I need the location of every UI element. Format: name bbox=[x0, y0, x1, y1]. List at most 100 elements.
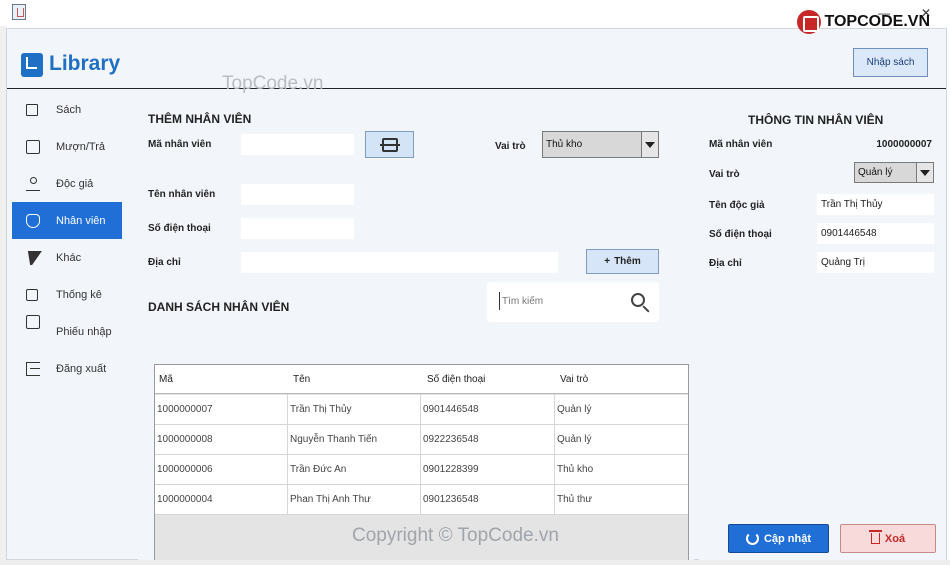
add-button-label: Thêm bbox=[614, 256, 641, 267]
bolt-icon bbox=[24, 250, 42, 265]
refresh-icon bbox=[745, 532, 759, 545]
sidebar-item-borrow-return[interactable]: Mượn/Trả bbox=[12, 128, 122, 165]
column-divider bbox=[554, 394, 555, 515]
employee-info-panel: THÔNG TIN NHÂN VIÊN Mã nhân viên 1000000… bbox=[699, 99, 946, 561]
role-select-value: Thủ kho bbox=[546, 139, 583, 150]
grid-icon bbox=[26, 103, 38, 116]
search-input[interactable] bbox=[499, 292, 619, 310]
watermark-bottom: Copyright © TopCode.vn bbox=[352, 525, 559, 546]
cell-name: Trần Đức An bbox=[290, 464, 347, 475]
employee-list-title: DANH SÁCH NHÂN VIÊN bbox=[148, 300, 290, 314]
phone-input[interactable] bbox=[241, 218, 354, 239]
update-button[interactable]: Cập nhật bbox=[728, 524, 829, 553]
watermark-top: TopCode.vn bbox=[222, 73, 324, 94]
sidebar-item-stats[interactable]: Thống kê bbox=[12, 276, 122, 313]
table-row[interactable]: 1000000008 Nguyễn Thanh Tiến 0922236548 … bbox=[155, 425, 688, 455]
delete-button-label: Xoá bbox=[884, 532, 906, 545]
add-employee-title: THÊM NHÂN VIÊN bbox=[148, 112, 252, 126]
sidebar-item-logout[interactable]: Đăng xuất bbox=[12, 350, 122, 387]
phone-label: Số điện thoại bbox=[148, 223, 211, 234]
info-id-value: 1000000007 bbox=[876, 139, 932, 150]
add-employee-button[interactable]: + Thêm bbox=[586, 249, 659, 274]
address-input[interactable] bbox=[241, 252, 558, 273]
header: Library TopCode.vn Nhập sách bbox=[7, 29, 946, 94]
table-row[interactable]: 1000000007 Trần Thị Thủy 0901446548 Quản… bbox=[155, 395, 688, 425]
sidebar-item-label: Khác bbox=[56, 251, 82, 264]
java-app-icon bbox=[12, 4, 26, 20]
brand-logo-text: TOPCODE.VN bbox=[824, 13, 931, 30]
sidebar-item-books[interactable]: Sách bbox=[12, 91, 122, 128]
sidebar-item-label: Sách bbox=[56, 103, 82, 116]
book-logo-icon bbox=[21, 53, 43, 77]
cell-phone: 0901228399 bbox=[423, 464, 479, 475]
sidebar-item-label: Nhân viên bbox=[56, 214, 106, 227]
search-icon[interactable] bbox=[631, 293, 645, 307]
employee-id-label: Mã nhân viên bbox=[148, 139, 212, 150]
update-button-label: Cập nhật bbox=[763, 532, 812, 545]
chevron-down-icon[interactable] bbox=[641, 132, 658, 157]
trash-icon bbox=[868, 530, 882, 544]
sidebar-item-readers[interactable]: Độc giả bbox=[12, 165, 122, 202]
delete-button[interactable]: Xoá bbox=[840, 524, 936, 553]
info-address-label: Địa chỉ bbox=[709, 258, 742, 269]
plus-icon: + bbox=[604, 256, 611, 267]
import-books-button[interactable]: Nhập sách bbox=[853, 48, 928, 77]
sidebar: Sách Mượn/Trả Độc giả Nhân viên Khác Thố… bbox=[7, 91, 129, 559]
bottom-strip bbox=[0, 560, 950, 565]
employee-name-input[interactable] bbox=[241, 184, 354, 205]
info-phone-field[interactable]: 0901446548 bbox=[817, 223, 934, 244]
column-header-id[interactable]: Mã bbox=[159, 374, 173, 385]
ticket-icon bbox=[26, 315, 40, 329]
topcode-logo-icon bbox=[796, 10, 821, 34]
cell-name: Trần Thị Thủy bbox=[290, 404, 352, 415]
sidebar-item-import-receipts[interactable]: Phiếu nhập bbox=[12, 313, 122, 350]
cell-name: Phan Thị Anh Thư bbox=[290, 494, 371, 505]
employee-badge-icon bbox=[26, 213, 40, 228]
cell-phone: 0922236548 bbox=[423, 434, 479, 445]
table-row[interactable]: 1000000006 Trần Đức An 0901228399 Thủ kh… bbox=[155, 455, 688, 485]
column-header-phone[interactable]: Số điện thoại bbox=[427, 374, 485, 385]
employee-form-panel: THÊM NHÂN VIÊN Mã nhân viên Vai trò Thủ … bbox=[138, 99, 694, 565]
info-role-value: Quản lý bbox=[858, 167, 893, 178]
column-divider bbox=[287, 394, 288, 515]
info-phone-label: Số điện thoại bbox=[709, 229, 772, 240]
sidebar-item-label: Phiếu nhập bbox=[56, 325, 112, 338]
employee-id-input[interactable] bbox=[241, 134, 354, 155]
role-select[interactable]: Thủ kho bbox=[542, 131, 659, 158]
employee-info-title: THÔNG TIN NHÂN VIÊN bbox=[748, 113, 884, 127]
cell-id: 1000000004 bbox=[157, 494, 213, 505]
info-name-label: Tên độc giả bbox=[709, 200, 765, 211]
chevron-down-icon[interactable] bbox=[916, 163, 933, 182]
sidebar-item-label: Đăng xuất bbox=[56, 362, 107, 375]
stats-grid-icon bbox=[26, 288, 38, 301]
scan-icon bbox=[379, 137, 400, 152]
employee-name-label: Tên nhân viên bbox=[148, 189, 216, 200]
cell-id: 1000000008 bbox=[157, 434, 213, 445]
column-header-role[interactable]: Vai trò bbox=[560, 374, 588, 385]
info-name-field[interactable]: Trần Thị Thủy bbox=[817, 194, 934, 215]
sidebar-item-label: Thống kê bbox=[56, 288, 102, 301]
sidebar-item-label: Độc giả bbox=[56, 177, 94, 190]
sidebar-item-other[interactable]: Khác bbox=[12, 239, 122, 276]
cell-role: Quản lý bbox=[557, 434, 592, 445]
main-frame: Library TopCode.vn Nhập sách Sách Mượn/T… bbox=[6, 28, 947, 565]
search-box bbox=[487, 282, 659, 322]
table-row[interactable]: 1000000004 Phan Thị Anh Thư 0901236548 T… bbox=[155, 485, 688, 515]
app-window: — ✕ Library TopCode.vn Nhập sách Sách Mư… bbox=[0, 0, 950, 565]
info-role-select[interactable]: Quản lý bbox=[854, 162, 934, 183]
cell-role: Thủ kho bbox=[557, 464, 594, 475]
table-header: Mã Tên Số điện thoại Vai trò bbox=[155, 365, 688, 394]
cell-role: Quản lý bbox=[557, 404, 592, 415]
cell-id: 1000000007 bbox=[157, 404, 213, 415]
arrow-out-icon bbox=[26, 139, 40, 154]
cell-role: Thủ thư bbox=[557, 494, 593, 505]
address-label: Địa chỉ bbox=[148, 257, 181, 268]
info-address-field[interactable]: Quảng Trị bbox=[817, 252, 934, 273]
scan-button[interactable] bbox=[365, 131, 414, 158]
readers-icon bbox=[26, 176, 40, 191]
column-header-name[interactable]: Tên bbox=[293, 374, 310, 385]
sidebar-item-employees[interactable]: Nhân viên bbox=[12, 202, 122, 239]
logout-icon bbox=[26, 361, 40, 376]
info-id-label: Mã nhân viên bbox=[709, 139, 773, 150]
brand-logo: TOPCODE.VN bbox=[796, 10, 931, 34]
